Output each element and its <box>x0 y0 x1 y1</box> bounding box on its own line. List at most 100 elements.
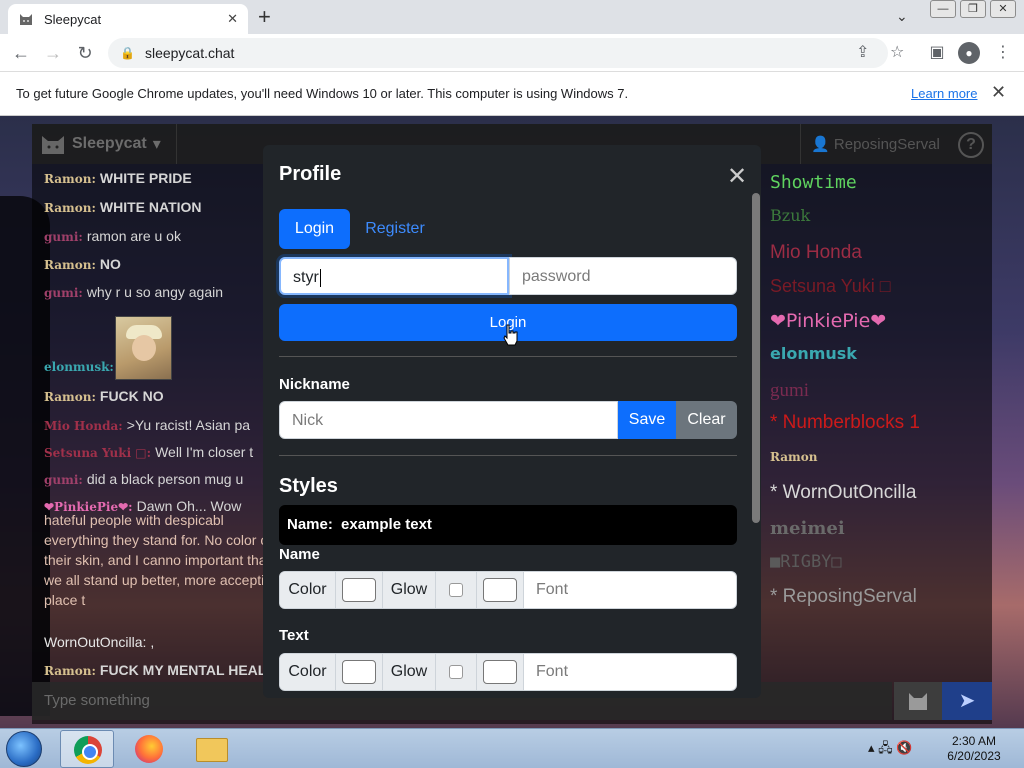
bookmark-star-icon[interactable]: ☆ <box>890 42 904 62</box>
message-nick[interactable]: Ramon: <box>44 172 96 186</box>
kebab-menu-icon[interactable]: ⋮ <box>992 42 1014 64</box>
text-glow-color-picker[interactable] <box>483 660 517 684</box>
start-button[interactable] <box>6 731 42 767</box>
text-color-picker[interactable] <box>342 660 376 684</box>
tab-search-chevron-icon[interactable]: ⌄ <box>896 8 908 25</box>
user-list-item[interactable]: elonmusk <box>770 344 857 363</box>
user-button[interactable]: 👤 ReposingServal <box>800 124 950 164</box>
tab-sleepycat[interactable]: Sleepycat ✕ <box>8 4 248 34</box>
send-button[interactable]: ➤ <box>942 682 992 720</box>
name-color-picker[interactable] <box>342 578 376 602</box>
password-field[interactable]: password <box>509 257 737 295</box>
restore-button[interactable]: ❐ <box>960 0 986 18</box>
user-list-item[interactable]: Showtime <box>770 172 857 193</box>
side-panel-icon[interactable]: ▣ <box>926 42 948 64</box>
user-list-item[interactable]: Mio Honda <box>770 242 862 264</box>
close-window-button[interactable]: ✕ <box>990 0 1016 18</box>
user-list-item[interactable]: Setsuna Yuki □ <box>770 276 891 297</box>
tray-arrow-icon[interactable]: ▴ <box>868 740 875 755</box>
address-bar[interactable]: 🔒 sleepycat.chat <box>108 38 888 68</box>
user-list-item[interactable]: ❤PinkiePie❤ <box>770 310 886 332</box>
message-nick[interactable]: elonmusk: <box>44 360 114 374</box>
name-glow-color-picker[interactable] <box>483 578 517 602</box>
close-icon[interactable]: ✕ <box>727 165 747 189</box>
save-button[interactable]: Save <box>618 401 676 439</box>
tab-close-icon[interactable]: ✕ <box>227 11 238 27</box>
taskbar-firefox[interactable] <box>122 730 176 768</box>
user-list-item[interactable]: gumi <box>770 380 809 402</box>
share-icon[interactable]: ⇪ <box>856 42 869 62</box>
user-list-item[interactable]: meimei <box>770 518 845 539</box>
name-font-field[interactable]: Font <box>524 572 736 608</box>
message-nick[interactable]: Ramon: <box>44 258 96 272</box>
system-tray[interactable]: ▴ 🖧 🔇 <box>868 739 912 761</box>
new-tab-button[interactable]: + <box>258 5 271 29</box>
chat-image[interactable] <box>115 316 172 380</box>
user-list-item[interactable]: * WornOutOncilla <box>770 482 916 504</box>
color-label: Color <box>280 572 336 608</box>
clock[interactable]: 2:30 AM 6/20/2023 <box>944 734 1004 764</box>
volume-muted-icon[interactable]: 🔇 <box>896 740 912 755</box>
chat-message: gumi: ramon are u ok <box>44 228 181 244</box>
chat-input-placeholder: Type something <box>44 692 150 709</box>
chat-message: gumi: why r u so angy again <box>44 284 223 300</box>
text-caret <box>319 268 321 287</box>
message-text: why r u so angy again <box>86 284 224 300</box>
cat-emoji-button[interactable] <box>894 682 942 720</box>
message-nick[interactable]: Ramon: <box>44 664 96 678</box>
taskbar-explorer[interactable] <box>184 730 238 768</box>
profile-avatar-icon[interactable]: ● <box>958 42 980 64</box>
text-font-field[interactable]: Font <box>524 654 736 690</box>
modal-scrollbar[interactable] <box>752 193 760 523</box>
firefox-icon <box>135 735 163 763</box>
divider <box>279 455 737 456</box>
text-style-row: Color Glow Font <box>279 653 737 691</box>
tab-login[interactable]: Login <box>279 209 350 249</box>
chat-message: Mio Honda: >Yu racist! Asian pa <box>44 417 250 433</box>
message-nick[interactable]: gumi: <box>44 230 83 244</box>
text-section-label: Text <box>279 627 309 644</box>
network-icon[interactable]: 🖧 <box>878 740 893 755</box>
message-nick[interactable]: Ramon: <box>44 201 96 215</box>
brand-menu[interactable]: Sleepycat ▾ <box>40 132 161 156</box>
username-field[interactable]: styr <box>279 257 509 295</box>
nickname-field[interactable]: Nick <box>279 401 618 439</box>
paper-plane-icon: ➤ <box>958 690 976 712</box>
tab-register[interactable]: Register <box>355 209 435 249</box>
message-nick[interactable]: Setsuna Yuki □: <box>44 446 151 460</box>
lock-icon: 🔒 <box>120 46 135 60</box>
minimize-button[interactable]: — <box>930 0 956 18</box>
user-list-item[interactable]: ■RIGBY□ <box>770 552 842 572</box>
message-nick[interactable]: gumi: <box>44 286 83 300</box>
update-infobar: To get future Google Chrome updates, you… <box>0 72 1024 116</box>
message-nick[interactable]: Ramon: <box>44 390 96 404</box>
user-icon: 👤 <box>811 136 830 153</box>
chat-messages: Ramon: WHITE PRIDE Ramon: WHITE NATION gumi:… <box>44 170 284 680</box>
forward-arrow-icon[interactable]: → <box>40 40 66 66</box>
message-text: FUCK NO <box>99 388 164 404</box>
user-list-item[interactable]: * ReposingServal <box>770 586 917 608</box>
preview-text: example text <box>341 516 432 533</box>
user-list-item[interactable]: * Numberblocks 1 <box>770 412 920 434</box>
chat-message: Setsuna Yuki □: Well I'm closer t <box>44 444 253 460</box>
chat-message: gumi: did a black person mug u <box>44 471 243 487</box>
message-text: FUCK MY MENTAL HEALTH <box>99 662 284 678</box>
help-button[interactable]: ? <box>958 132 984 158</box>
taskbar-chrome[interactable] <box>60 730 114 768</box>
back-arrow-icon[interactable]: ← <box>8 40 34 66</box>
text-glow-checkbox[interactable] <box>449 665 463 679</box>
reload-icon[interactable]: ↻ <box>72 40 98 66</box>
cat-face-icon <box>909 693 927 710</box>
chat-message: Ramon: FUCK NO <box>44 388 164 404</box>
message-text: ramon are u ok <box>86 228 181 244</box>
chrome-icon <box>74 736 102 764</box>
user-list-item[interactable]: Bzuk <box>770 206 810 225</box>
user-list-item[interactable]: Ramon <box>770 450 817 464</box>
message-nick[interactable]: Mio Honda: <box>44 419 123 433</box>
clear-button[interactable]: Clear <box>676 401 737 439</box>
infobar-close-icon[interactable]: ✕ <box>991 82 1006 103</box>
message-nick[interactable]: gumi: <box>44 473 83 487</box>
learn-more-link[interactable]: Learn more <box>911 86 977 101</box>
name-glow-checkbox[interactable] <box>449 583 463 597</box>
header-divider <box>176 124 177 164</box>
